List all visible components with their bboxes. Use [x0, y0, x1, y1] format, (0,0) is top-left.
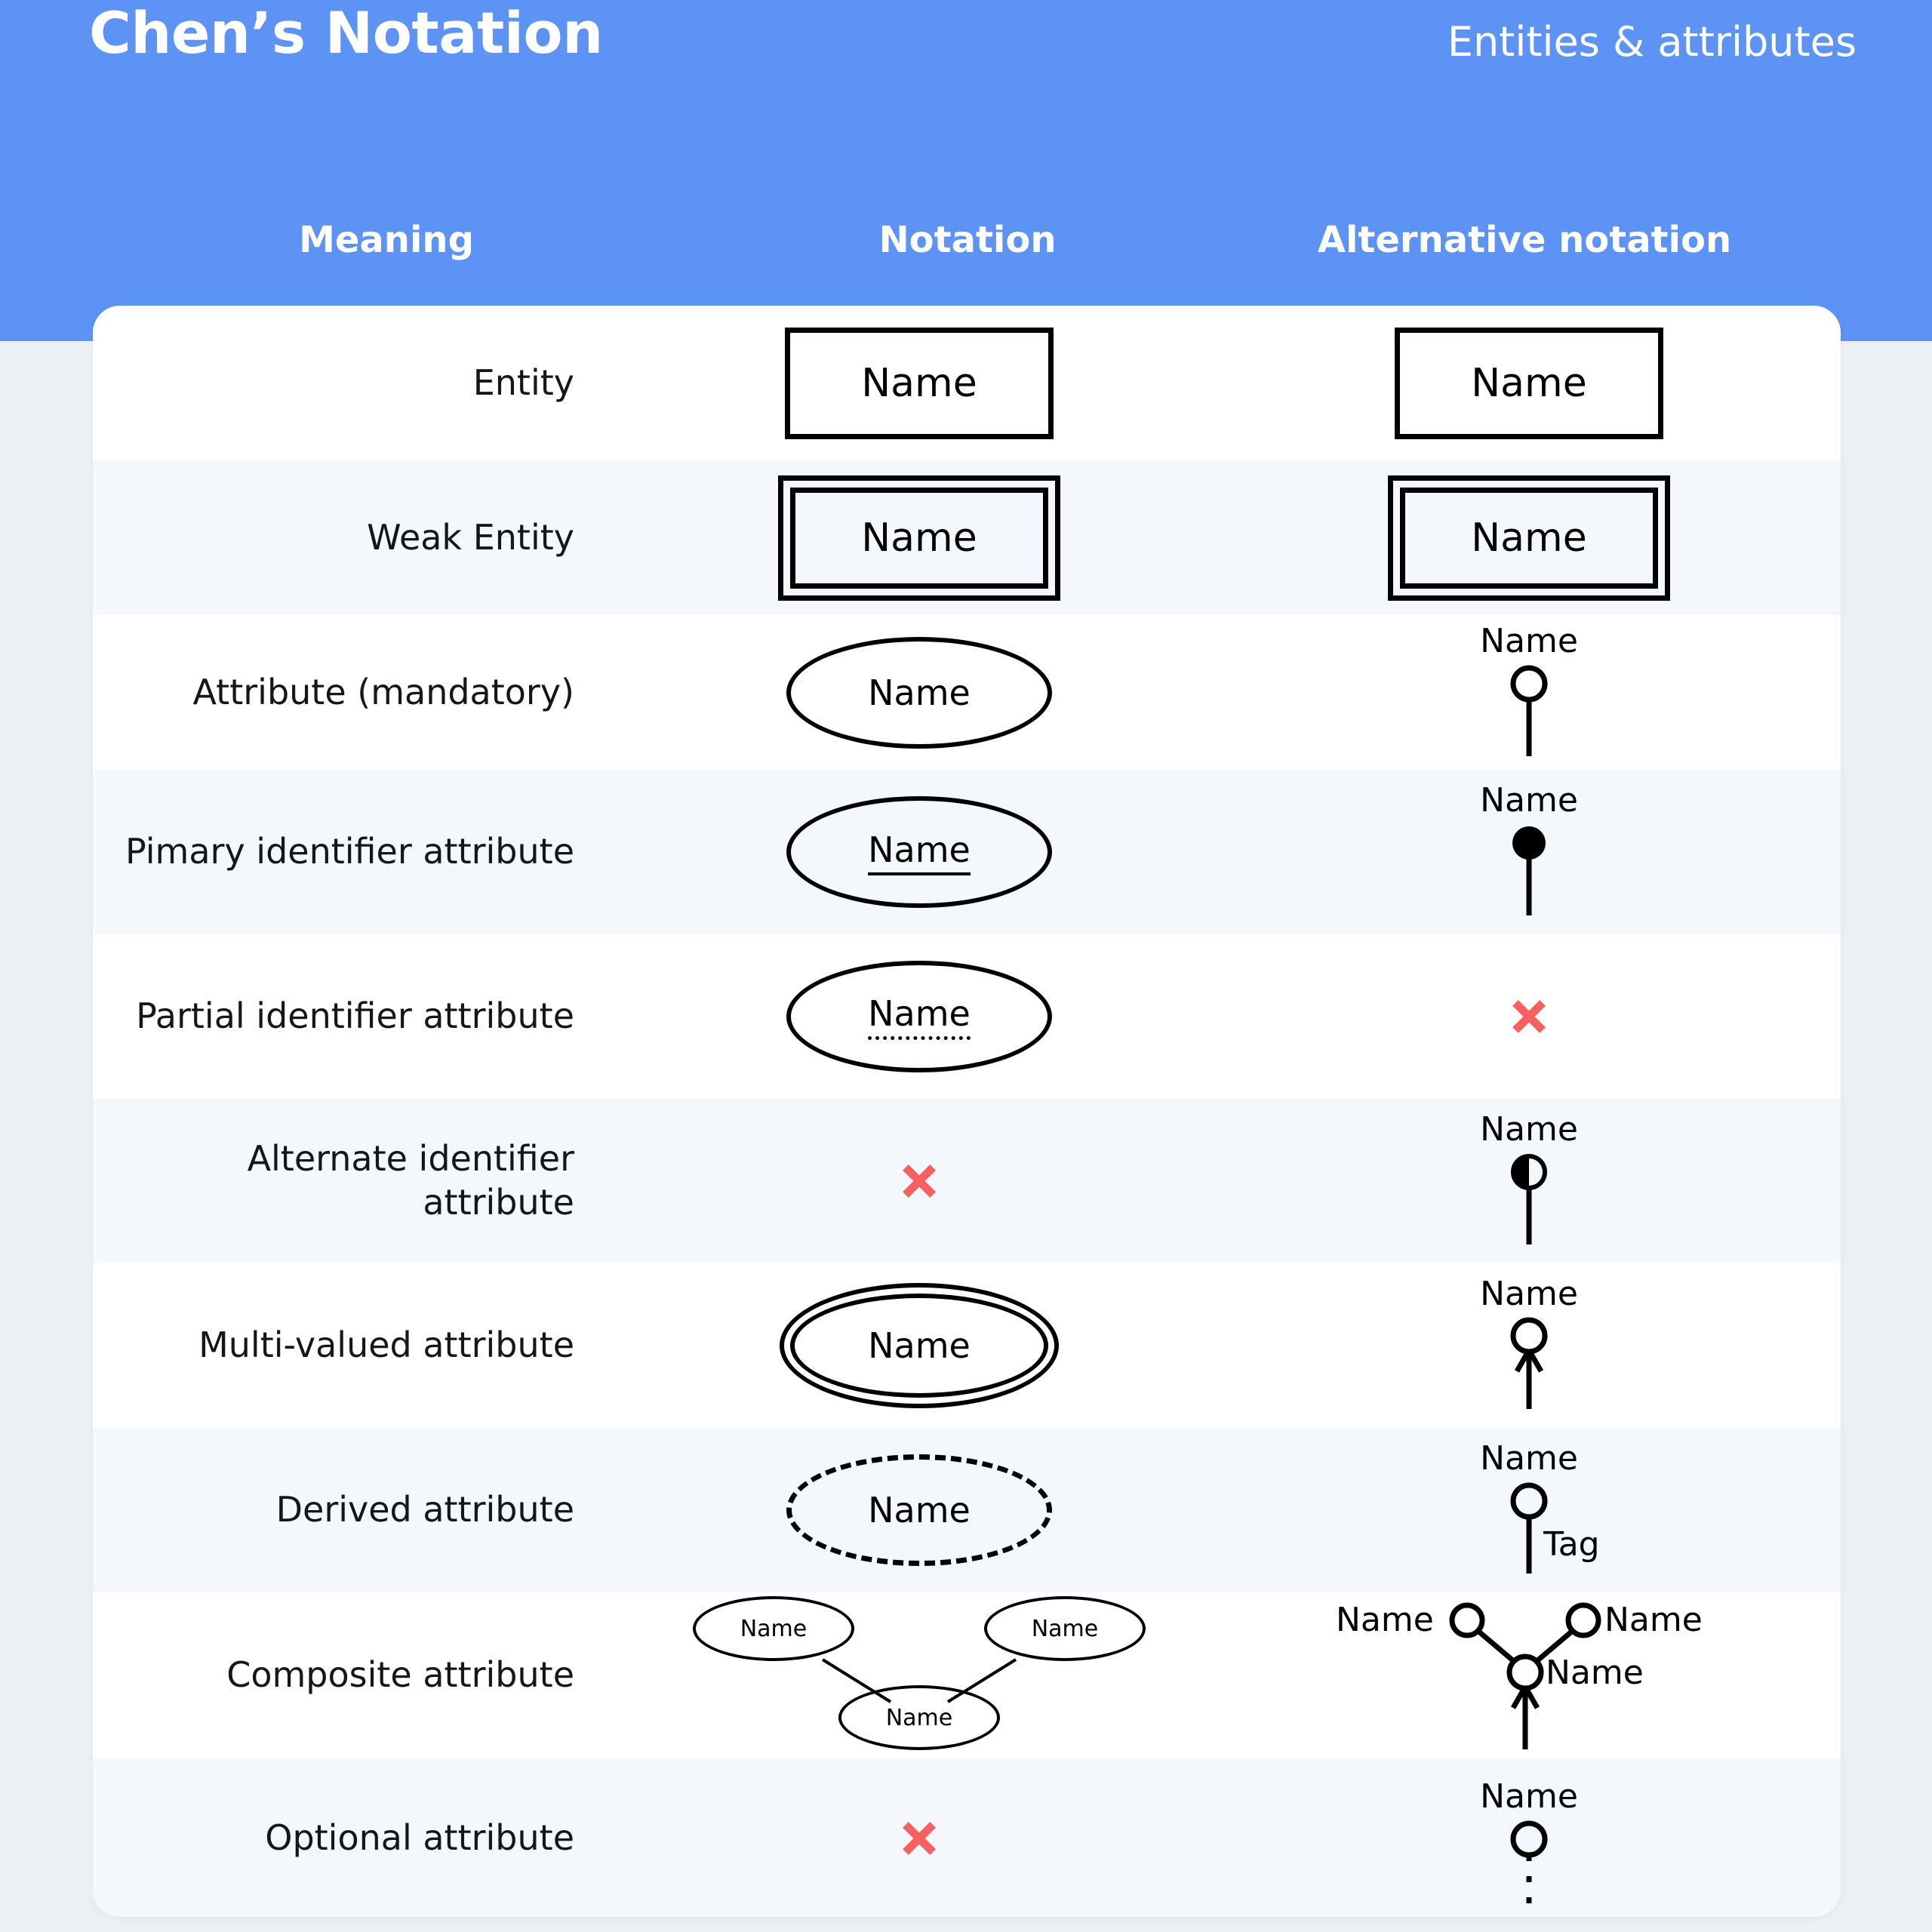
- entity-name-label: Name: [861, 515, 977, 561]
- table-row: Alternate identifier attribute Name: [93, 1099, 1841, 1263]
- composite-right-label: Name: [1604, 1600, 1703, 1639]
- row-alternative-cell: Name: [1217, 1278, 1841, 1414]
- composite-circles-icon: Name Name Name: [1325, 1595, 1733, 1757]
- weak-entity-double-rectangle-icon: Name: [778, 475, 1060, 601]
- row-notation-cell: Name: [621, 1283, 1217, 1408]
- attribute-name-label: Name: [740, 1615, 808, 1642]
- composite-child-ellipse-left: Name: [693, 1596, 854, 1661]
- attribute-name-label: Name: [1480, 1777, 1578, 1816]
- attribute-name-label: Name: [885, 1704, 953, 1731]
- row-alternative-cell: Name: [1217, 327, 1841, 439]
- attribute-name-label: Name: [1480, 1439, 1578, 1478]
- table-row: Multi-valued attribute Name Name: [93, 1263, 1841, 1428]
- attribute-name-label: Name: [868, 1325, 971, 1366]
- table-row: Weak Entity Name Name: [93, 460, 1841, 615]
- row-notation-cell: [621, 1158, 1217, 1204]
- row-alternative-cell: Name: [1217, 784, 1841, 920]
- page-root: Chen’s Notation Entities & attributes Me…: [0, 0, 1932, 1932]
- table-row: Pimary identifier attribute Name Name: [93, 770, 1841, 934]
- row-notation-cell: Name: [621, 796, 1217, 908]
- row-notation-cell: Name Name Name: [621, 1596, 1217, 1755]
- composite-parent-ellipse: Name: [838, 1685, 1000, 1750]
- row-alternative-cell: Name: [1217, 1113, 1841, 1249]
- attribute-name-label: Name: [1480, 1275, 1578, 1313]
- table-row: Composite attribute Name Name Name Name …: [93, 1592, 1841, 1758]
- header-band: Chen’s Notation Entities & attributes Me…: [0, 0, 1932, 341]
- row-meaning-label: Weak Entity: [367, 516, 574, 558]
- x-mark-icon: [903, 1164, 936, 1198]
- notation-table-card: Entity Name Name Weak Entity Name Name A…: [93, 306, 1841, 1917]
- optional-attribute-pin-icon: Name: [1480, 1780, 1578, 1918]
- x-mark-icon: [1512, 1000, 1546, 1033]
- entity-rectangle-icon: Name: [1395, 327, 1663, 439]
- x-mark-icon: [903, 1821, 936, 1855]
- row-meaning-label: Entity: [472, 361, 574, 403]
- derived-dashed-ellipse-icon: Name: [786, 1454, 1052, 1566]
- entity-name-label: Name: [861, 360, 977, 406]
- attribute-name-label: Name: [1480, 781, 1578, 820]
- row-notation-cell: Name: [621, 475, 1217, 601]
- row-notation-cell: Name: [621, 1454, 1217, 1566]
- entity-name-label: Name: [1471, 515, 1587, 561]
- row-notation-cell: Name: [621, 636, 1217, 749]
- row-meaning-label: Derived attribute: [275, 1489, 574, 1531]
- hollow-circle-stem-icon: [1510, 665, 1548, 756]
- hollow-circle-arrow-stem-icon: [1510, 1317, 1548, 1409]
- row-meaning-label: Pimary identifier attribute: [125, 831, 574, 872]
- entity-rectangle-icon: Name: [785, 327, 1054, 439]
- primary-identifier-ellipse-icon: Name: [786, 796, 1052, 908]
- weak-entity-double-rectangle-icon: Name: [1388, 475, 1670, 601]
- table-row: Attribute (mandatory) Name Name: [93, 615, 1841, 770]
- derived-pin-tag-icon: Name Tag: [1480, 1439, 1600, 1578]
- row-alternative-cell: Name: [1217, 475, 1841, 601]
- attribute-name-label: Name: [1480, 1110, 1578, 1149]
- page-title: Chen’s Notation: [89, 0, 603, 66]
- row-alternative-cell: Name: [1217, 1770, 1841, 1913]
- derived-tag-label: Tag: [1543, 1525, 1600, 1564]
- row-notation-cell: Name: [621, 327, 1217, 439]
- composite-left-label: Name: [1336, 1600, 1434, 1639]
- attribute-name-label: Name: [1480, 621, 1578, 660]
- filled-circle-stem-icon: [1512, 826, 1546, 915]
- row-meaning-label: Attribute (mandatory): [192, 671, 574, 712]
- composite-ellipses-icon: Name Name Name: [693, 1596, 1146, 1755]
- row-meaning-label: Partial identifier attribute: [136, 995, 574, 1037]
- composite-center-label: Name: [1546, 1653, 1644, 1692]
- attribute-name-label: Name: [868, 993, 971, 1040]
- attribute-name-label: Name: [1031, 1615, 1099, 1642]
- row-meaning-label: Composite attribute: [226, 1654, 574, 1696]
- attribute-ellipse-icon: Name: [786, 636, 1052, 749]
- entity-name-label: Name: [1471, 360, 1587, 406]
- mandatory-attribute-pin-icon: Name: [1480, 621, 1578, 761]
- row-meaning-label: Alternate identifier attribute: [247, 1138, 574, 1223]
- row-notation-cell: Name: [621, 961, 1217, 1072]
- column-header-alternative: Alternative notation: [1317, 219, 1732, 261]
- row-alternative-cell: Name Name Name: [1217, 1595, 1841, 1757]
- attribute-name-label: Name: [868, 672, 971, 713]
- table-row: Optional attribute Name: [93, 1758, 1841, 1917]
- half-filled-circle-stem-icon: [1511, 1154, 1547, 1244]
- row-meaning-label: Optional attribute: [265, 1817, 574, 1858]
- multivalued-double-ellipse-icon: Name: [780, 1283, 1059, 1408]
- composite-child-ellipse-right: Name: [984, 1596, 1146, 1661]
- column-header-notation: Notation: [878, 219, 1057, 261]
- table-row: Entity Name Name: [93, 306, 1841, 460]
- table-row: Derived attribute Name Name Tag: [93, 1428, 1841, 1592]
- row-alternative-cell: [1217, 993, 1841, 1040]
- attribute-name-label: Name: [868, 1490, 971, 1531]
- row-alternative-cell: Name: [1217, 621, 1841, 761]
- alternate-identifier-pin-icon: Name: [1480, 1113, 1578, 1249]
- primary-identifier-pin-icon: Name: [1480, 784, 1578, 920]
- table-row: Partial identifier attribute Name: [93, 934, 1841, 1099]
- multivalued-pin-arrow-icon: Name: [1480, 1278, 1578, 1414]
- page-subtitle: Entities & attributes: [1447, 18, 1857, 66]
- hollow-circle-dotted-stem-icon: [1510, 1820, 1548, 1913]
- row-alternative-cell: Name Tag: [1217, 1442, 1841, 1578]
- row-meaning-label: Multi-valued attribute: [198, 1324, 574, 1366]
- column-header-meaning: Meaning: [299, 219, 474, 261]
- partial-identifier-ellipse-icon: Name: [786, 961, 1052, 1072]
- row-notation-cell: [621, 1815, 1217, 1862]
- attribute-name-label: Name: [868, 829, 971, 875]
